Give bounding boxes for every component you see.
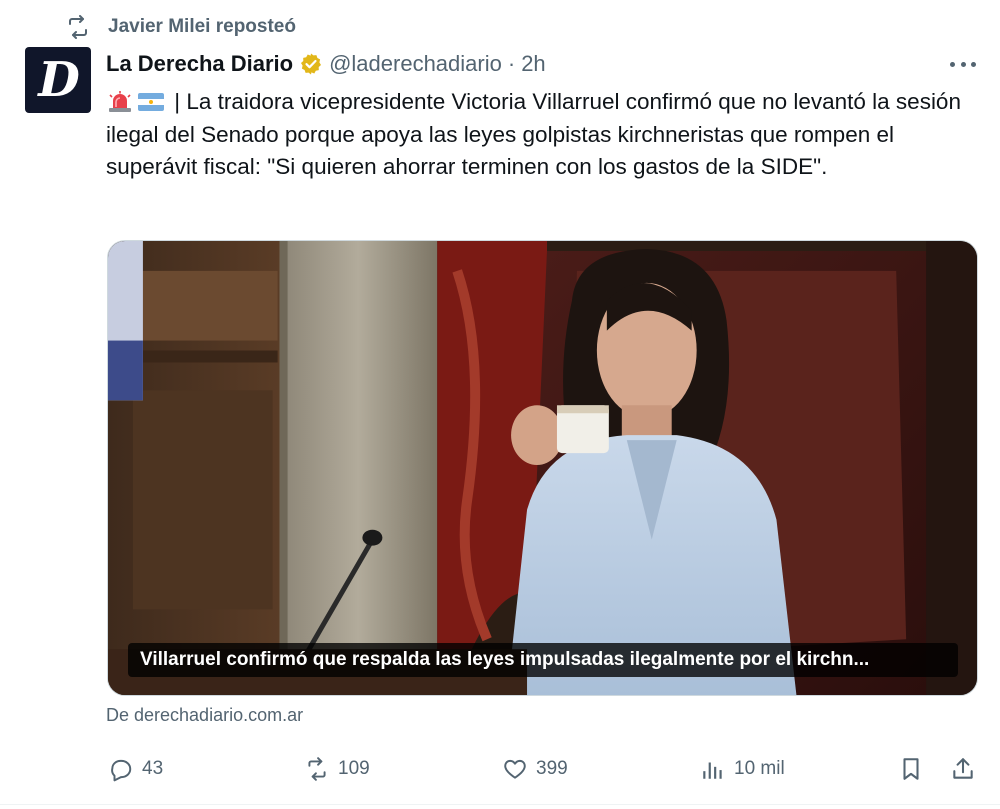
like-button[interactable]: 399 xyxy=(500,752,568,786)
tweet-body: | La traidora vicepresidente Victoria Vi… xyxy=(106,89,961,179)
bookmark-icon xyxy=(896,754,926,784)
avatar[interactable]: D xyxy=(25,47,91,113)
repost-label[interactable]: Javier Milei reposteó xyxy=(108,16,296,38)
repost-icon xyxy=(302,754,332,784)
reply-icon xyxy=(106,754,136,784)
repost-icon xyxy=(64,13,92,41)
rotating-light-emoji xyxy=(106,90,134,112)
reply-button[interactable]: 43 xyxy=(106,752,163,786)
action-bar: 43 109 399 10 mil xyxy=(106,752,982,786)
heart-icon xyxy=(500,754,530,784)
bookmark-button[interactable] xyxy=(896,752,932,786)
argentina-flag-emoji xyxy=(137,90,165,112)
media-card[interactable]: Villarruel confirmó que respalda las ley… xyxy=(107,240,978,696)
tweet-text: | La traidora vicepresidente Victoria Vi… xyxy=(106,86,966,184)
share-button[interactable] xyxy=(948,752,984,786)
author-name[interactable]: La Derecha Diario xyxy=(106,51,293,77)
reply-count: 43 xyxy=(142,758,164,779)
views-button[interactable]: 10 mil xyxy=(698,752,785,786)
repost-context[interactable]: Javier Milei reposteó xyxy=(64,12,296,42)
dot-icon xyxy=(950,61,955,67)
more-options-button[interactable] xyxy=(946,52,980,76)
views-count: 10 mil xyxy=(734,758,785,779)
repost-button[interactable]: 109 xyxy=(302,752,370,786)
tweet-header: La Derecha Diario @laderechadiario · 2h xyxy=(106,47,546,81)
media-caption[interactable]: Villarruel confirmó que respalda las ley… xyxy=(128,643,958,677)
dot-icon xyxy=(971,61,976,67)
news-photo xyxy=(108,241,977,695)
views-chart-icon xyxy=(698,754,728,784)
dot-icon xyxy=(960,61,966,67)
share-icon xyxy=(948,754,978,784)
divider xyxy=(0,804,1000,805)
repost-count: 109 xyxy=(338,758,370,779)
avatar-logo: D xyxy=(38,52,80,108)
post-time[interactable]: 2h xyxy=(521,51,545,77)
link-source[interactable]: De derechadiario.com.ar xyxy=(106,705,303,726)
verified-badge-icon[interactable] xyxy=(299,52,323,76)
like-count: 399 xyxy=(536,758,568,779)
separator-dot: · xyxy=(507,51,516,76)
author-handle[interactable]: @laderechadiario xyxy=(329,51,502,77)
